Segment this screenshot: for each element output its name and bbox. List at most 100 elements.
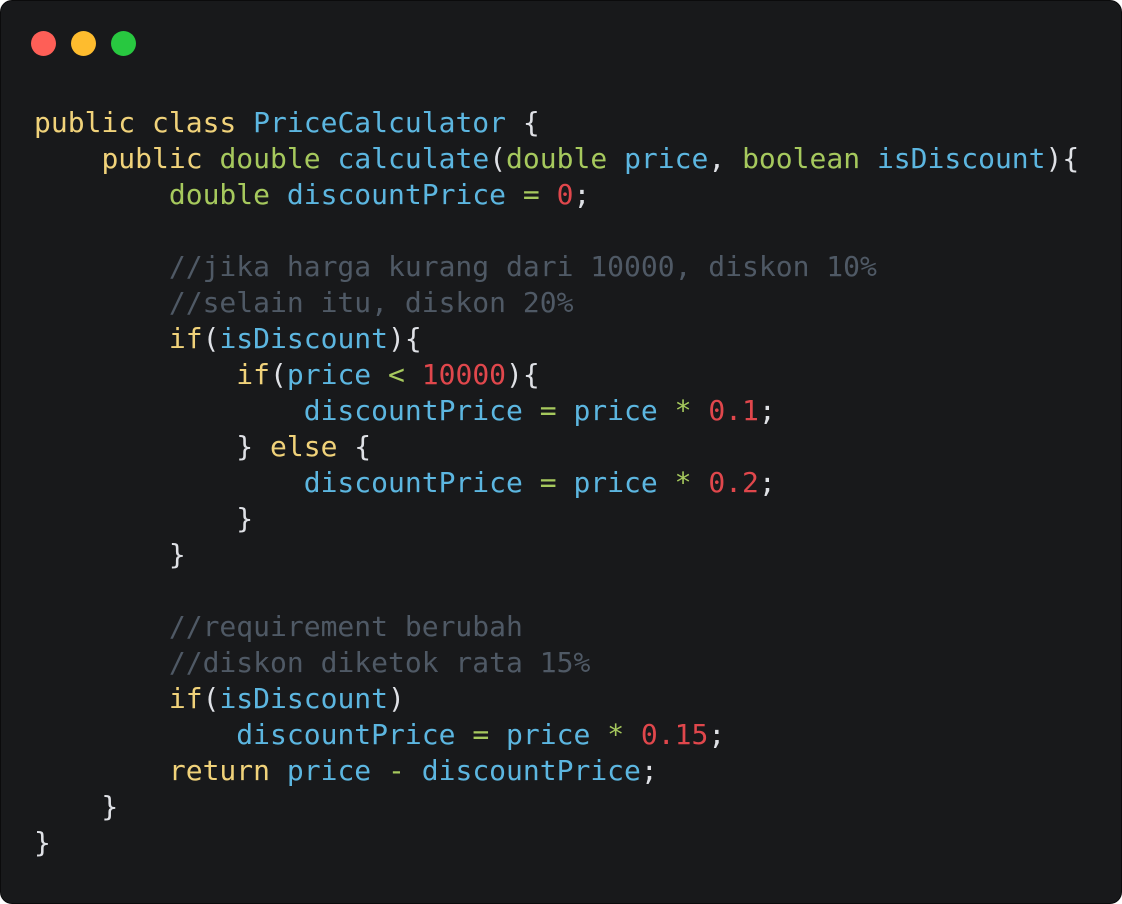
code-token-plain: } (34, 538, 186, 571)
code-token-plain: ( (202, 322, 220, 355)
code-token-plain: ){ (1045, 142, 1080, 175)
code-token-plain: } (34, 430, 271, 463)
code-token-plain: ( (489, 142, 507, 175)
code-token-plain: } (34, 502, 254, 535)
code-line: public class PriceCalculator { (34, 105, 1079, 141)
code-token-operator: * (607, 718, 641, 751)
code-line: if(isDiscount){ (34, 321, 1079, 357)
code-token-operator: * (674, 466, 709, 499)
code-token-plain: ; (708, 718, 726, 751)
code-token-operator: = (472, 718, 507, 751)
code-token-comment: //diskon diketok rata 15% (168, 646, 591, 679)
code-token-keyword: if (168, 322, 203, 355)
code-token-plain: { (506, 106, 540, 139)
code-token-type: double (168, 178, 287, 211)
code-token-plain: ( (270, 358, 287, 391)
code-token-operator: < (388, 358, 422, 391)
code-token-identifier: price (506, 718, 608, 751)
code-token-identifier: price (286, 754, 389, 787)
code-token-keyword: public (101, 142, 220, 175)
code-token-plain: , (708, 142, 743, 175)
code-token-operator: - (388, 754, 422, 787)
code-token-identifier: price (286, 358, 389, 391)
minimize-button[interactable] (71, 31, 96, 56)
code-line: double discountPrice = 0; (34, 177, 1079, 213)
code-line: } (34, 501, 1079, 537)
code-token-plain: ; (573, 178, 591, 211)
code-line: //requirement berubah (34, 609, 1079, 645)
code-token-type: double (219, 142, 338, 175)
code-token-identifier: PriceCalculator (253, 106, 507, 139)
code-line: } else { (34, 429, 1079, 465)
code-token-plain: ; (758, 466, 776, 499)
code-token-identifier: discountPrice (421, 754, 641, 787)
code-token-identifier: isDiscount (876, 142, 1046, 175)
code-line: if(price < 10000){ (34, 357, 1079, 393)
code-token-operator: = (522, 178, 557, 211)
code-token-identifier: discountPrice (303, 394, 540, 427)
code-token-number: 10000 (421, 358, 507, 391)
code-token-number: 0.2 (708, 466, 759, 499)
code-token-plain: } (34, 790, 119, 823)
code-line: return price - discountPrice; (34, 753, 1079, 789)
code-token-number: 0 (556, 178, 574, 211)
code-token-identifier: discountPrice (303, 466, 540, 499)
code-token-comment: //requirement berubah (168, 610, 523, 643)
code-line: } (34, 537, 1079, 573)
code-line: discountPrice = price * 0.15; (34, 717, 1079, 753)
code-token-plain: ; (758, 394, 776, 427)
code-token-number: 0.1 (708, 394, 759, 427)
code-token-number: 0.15 (640, 718, 709, 751)
code-token-keyword: if (168, 682, 203, 715)
code-token-operator: = (539, 394, 574, 427)
code-token-comment: //jika harga kurang dari 10000, diskon 1… (168, 250, 877, 283)
code-window: public class PriceCalculator { public do… (0, 0, 1122, 904)
title-bar (1, 1, 1121, 81)
code-token-identifier: price (573, 394, 675, 427)
code-line: //diskon diketok rata 15% (34, 645, 1079, 681)
code-line: discountPrice = price * 0.2; (34, 465, 1079, 501)
close-button[interactable] (31, 31, 56, 56)
code-token-plain: } (34, 826, 51, 859)
code-line: } (34, 825, 1079, 861)
code-line: discountPrice = price * 0.1; (34, 393, 1079, 429)
code-token-plain: { (337, 430, 372, 463)
code-token-plain: ) (388, 682, 405, 715)
code-block: public class PriceCalculator { public do… (34, 105, 1079, 861)
code-token-identifier: discountPrice (286, 178, 523, 211)
code-line: //selain itu, diskon 20% (34, 285, 1079, 321)
code-token-comment: //selain itu, diskon 20% (168, 286, 574, 319)
code-token-identifier: discountPrice (236, 718, 473, 751)
code-token-identifier: price (624, 142, 709, 175)
code-token-identifier: isDiscount (219, 682, 389, 715)
code-token-identifier: calculate (337, 142, 490, 175)
code-token-plain: ){ (388, 322, 422, 355)
code-token-operator: * (674, 394, 709, 427)
code-token-type: boolean (742, 142, 877, 175)
code-token-operator: = (539, 466, 574, 499)
code-token-plain: ( (202, 682, 220, 715)
code-line: //jika harga kurang dari 10000, diskon 1… (34, 249, 1079, 285)
code-token-identifier: isDiscount (219, 322, 389, 355)
code-token-plain: ){ (506, 358, 540, 391)
code-token-keyword: else (270, 430, 338, 463)
code-line: } (34, 789, 1079, 825)
code-token-identifier: price (573, 466, 675, 499)
code-token-keyword: return (168, 754, 287, 787)
code-token-type: double (506, 142, 625, 175)
maximize-button[interactable] (111, 31, 136, 56)
